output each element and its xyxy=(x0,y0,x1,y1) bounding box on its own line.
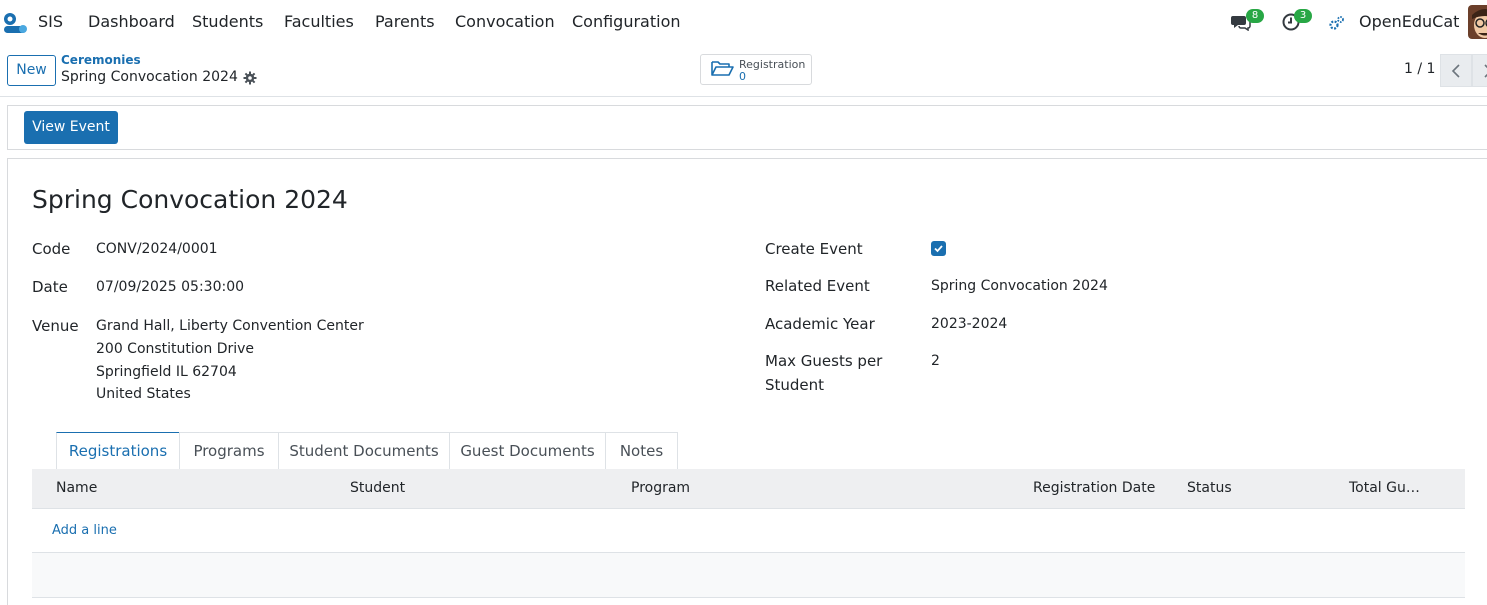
code-field[interactable]: CONV/2024/0001 xyxy=(96,241,218,257)
form-statusbar xyxy=(7,105,1487,150)
menu-faculties[interactable]: Faculties xyxy=(284,12,354,31)
venue-line-4[interactable]: United States xyxy=(96,386,191,402)
tab-notes[interactable]: Notes xyxy=(605,432,678,470)
messages-badge: 8 xyxy=(1246,9,1264,23)
menu-dashboard[interactable]: Dashboard xyxy=(88,12,175,31)
folder-open-icon xyxy=(710,59,734,79)
user-menu-name[interactable]: OpenEduCat xyxy=(1359,12,1459,31)
venue-line-2[interactable]: 200 Constitution Drive xyxy=(96,341,254,357)
column-registration-date[interactable]: Registration Date xyxy=(1033,480,1155,496)
pager-value[interactable]: 1 / 1 xyxy=(1404,61,1435,77)
record-title[interactable]: Spring Convocation 2024 xyxy=(32,185,348,214)
academic-year-label: Academic Year xyxy=(765,315,875,333)
menu-students[interactable]: Students xyxy=(192,12,263,31)
max-guests-label-line-1: Max Guests per xyxy=(765,352,883,370)
related-event-label: Related Event xyxy=(765,277,870,295)
venue-label: Venue xyxy=(32,317,79,335)
table-header xyxy=(32,469,1465,509)
menu-configuration[interactable]: Configuration xyxy=(572,12,681,31)
create-event-label: Create Event xyxy=(765,240,863,258)
tab-registrations[interactable]: Registrations xyxy=(56,432,180,470)
academic-year-field[interactable]: 2023-2024 xyxy=(931,316,1007,332)
app-menu-icon[interactable] xyxy=(2,10,28,36)
tab-student-documents[interactable]: Student Documents xyxy=(278,432,450,470)
smart-button-label: Registration xyxy=(739,58,806,71)
activities-badge: 3 xyxy=(1294,9,1312,23)
app-brand[interactable]: SIS xyxy=(38,12,63,31)
column-student[interactable]: Student xyxy=(350,480,405,496)
new-button[interactable]: New xyxy=(7,55,56,86)
pager-next-button[interactable] xyxy=(1472,54,1487,87)
user-avatar[interactable] xyxy=(1468,5,1487,39)
view-event-button[interactable]: View Event xyxy=(24,111,118,144)
top-navbar: SIS Dashboard Students Faculties Parents… xyxy=(0,0,1487,44)
control-panel-divider xyxy=(0,96,1487,97)
create-event-checkbox[interactable] xyxy=(931,241,946,256)
code-label: Code xyxy=(32,240,71,258)
menu-parents[interactable]: Parents xyxy=(375,12,435,31)
pager-previous-button[interactable] xyxy=(1440,54,1472,87)
tab-guest-documents[interactable]: Guest Documents xyxy=(449,432,606,470)
breadcrumb-current-record: Spring Convocation 2024 xyxy=(61,69,238,85)
venue-line-3[interactable]: Springfield IL 62704 xyxy=(96,364,237,380)
date-label: Date xyxy=(32,278,68,296)
add-a-line-link[interactable]: Add a line xyxy=(52,523,117,538)
column-status[interactable]: Status xyxy=(1187,480,1232,496)
column-name[interactable]: Name xyxy=(56,480,97,496)
company-switch-icon[interactable] xyxy=(1329,15,1347,33)
row-separator xyxy=(32,597,1465,598)
column-total-guests[interactable]: Total Gu… xyxy=(1349,480,1420,496)
breadcrumb-ceremonies[interactable]: Ceremonies xyxy=(61,53,141,67)
max-guests-label-line-2: Student xyxy=(765,376,825,394)
registration-smart-button[interactable]: Registration 0 xyxy=(700,54,812,85)
column-program[interactable]: Program xyxy=(631,480,690,496)
menu-convocation[interactable]: Convocation xyxy=(455,12,555,31)
smart-button-count: 0 xyxy=(739,70,746,83)
gear-icon[interactable] xyxy=(243,70,257,85)
venue-line-1[interactable]: Grand Hall, Liberty Convention Center xyxy=(96,318,364,334)
max-guests-field[interactable]: 2 xyxy=(931,353,940,369)
tab-programs[interactable]: Programs xyxy=(179,432,279,470)
related-event-field[interactable]: Spring Convocation 2024 xyxy=(931,278,1108,294)
table-row xyxy=(32,553,1465,597)
date-field[interactable]: 07/09/2025 05:30:00 xyxy=(96,279,244,295)
form-sheet xyxy=(7,158,1487,605)
